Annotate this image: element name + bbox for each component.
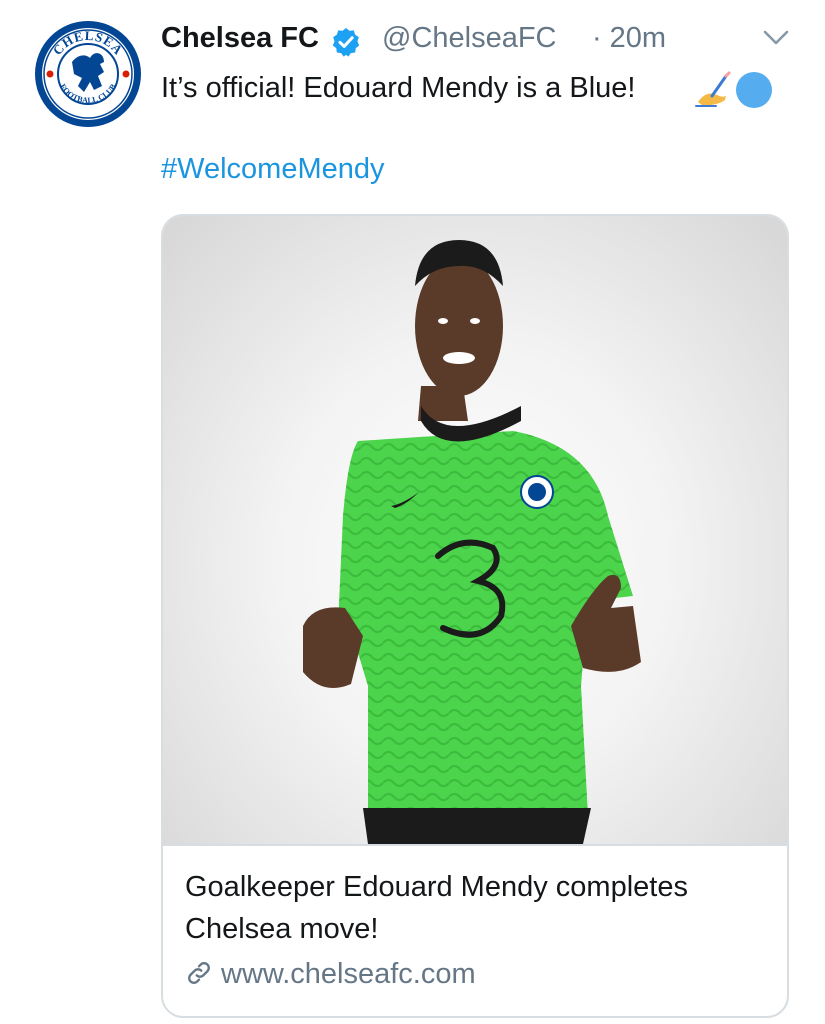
hashtag-link[interactable]: #WelcomeMendy (161, 153, 385, 186)
author-name[interactable]: Chelsea FC (161, 22, 319, 55)
tweet-text: It’s official! Edouard Mendy is a Blue! (161, 72, 636, 104)
chevron-down-icon[interactable] (762, 28, 790, 48)
card-link-label: www.chelseafc.com (221, 958, 476, 990)
writing-hand-emoji (695, 71, 731, 107)
card-divider (163, 844, 787, 846)
time-separator: · (592, 22, 602, 54)
tweet-timestamp[interactable]: · 20m (592, 22, 666, 55)
verified-badge-icon (332, 28, 360, 57)
author-handle[interactable]: @ChelseaFC (382, 22, 557, 55)
card-title[interactable]: Goalkeeper Edouard Mendy completes Chels… (185, 866, 765, 950)
blue-circle-emoji (736, 72, 772, 108)
chelsea-crest-icon: CHELSEA FOOTBALL CLUB (35, 21, 141, 127)
avatar[interactable]: CHELSEA FOOTBALL CLUB (34, 20, 142, 128)
link-icon (188, 962, 210, 984)
link-card[interactable]: Goalkeeper Edouard Mendy completes Chels… (161, 214, 789, 1018)
time-label: 20m (609, 22, 667, 54)
player-photo-image[interactable] (163, 216, 787, 844)
card-link[interactable]: www.chelseafc.com (185, 958, 476, 991)
